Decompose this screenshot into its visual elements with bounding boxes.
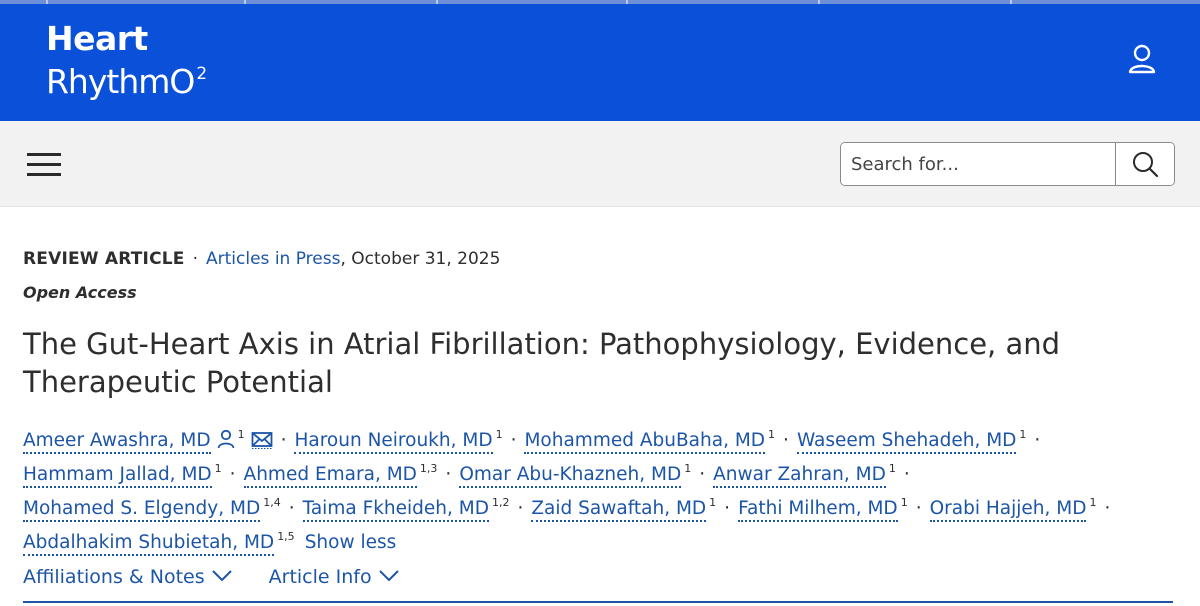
search-box [840, 142, 1175, 186]
author-affiliation: 1 [237, 428, 245, 441]
tabs-divider [23, 601, 1173, 603]
journal-logo[interactable]: Heart RhythmO 2 [46, 19, 207, 101]
article-type: REVIEW ARTICLE [23, 249, 185, 269]
author-link[interactable]: Hammam Jallad, MD [23, 464, 212, 488]
author-affiliation: 1 [684, 462, 692, 475]
author-link[interactable]: Orabi Hajjeh, MD [929, 498, 1087, 522]
separator-dot: · [192, 249, 199, 269]
articles-in-press-link[interactable]: Articles in Press [206, 249, 340, 269]
separator-dot: · [517, 498, 524, 519]
separator-dot: · [783, 430, 789, 451]
search-input[interactable] [841, 143, 1115, 185]
author-affiliation: 1 [888, 462, 896, 475]
separator-dot: · [229, 464, 236, 485]
user-icon [1128, 44, 1156, 74]
separator-dot: · [510, 430, 517, 451]
separator-dot: · [699, 464, 706, 485]
author-link[interactable]: Fathi Milhem, MD [738, 498, 898, 522]
author-link[interactable]: Mohamed S. Elgendy, MD [23, 498, 261, 522]
author-link[interactable]: Anwar Zahran, MD [713, 464, 886, 488]
logo-line-rhythm: RhythmO 2 [46, 62, 207, 101]
search-icon [1133, 152, 1159, 178]
tab-article-info[interactable]: Article Info [269, 566, 400, 588]
author-affiliation: 1 [709, 496, 717, 509]
publication-date: , October 31, 2025 [340, 249, 501, 269]
person-icon[interactable] [217, 429, 235, 449]
author-affiliation: 1,5 [277, 530, 295, 543]
separator-dot: · [288, 498, 295, 519]
author-affiliation: 1 [768, 428, 776, 441]
search-button[interactable] [1115, 143, 1174, 185]
separator-dot: · [445, 464, 452, 485]
separator-dot: · [1104, 498, 1111, 519]
open-access-label: Open Access [23, 283, 137, 302]
separator-dot: · [1034, 430, 1041, 451]
logo-line-heart: Heart [46, 19, 148, 58]
author-list: Ameer Awashra, MD 1 · Haroun Neiroukh, MD 1 ·… [23, 418, 1183, 556]
user-account-button[interactable] [1122, 40, 1162, 80]
author-line: Hammam Jallad, MD 1 · Ahmed Emara, MD 1,3 · Om… [23, 452, 1183, 488]
tab-label: Article Info [268, 566, 372, 588]
author-affiliation: 1,4 [263, 496, 281, 509]
tab-affiliations-notes[interactable]: Affiliations & Notes [23, 566, 233, 588]
author-link[interactable]: Waseem Shehadeh, MD [796, 430, 1017, 454]
author-link[interactable]: Mohammed AbuBaha, MD [524, 430, 766, 454]
author-link[interactable]: Ameer Awashra, MD [23, 430, 211, 454]
author-line: Ameer Awashra, MD 1 · Haroun Neiroukh, MD 1 ·… [23, 418, 1183, 454]
tab-label: Affiliations & Notes [23, 566, 205, 588]
author-affiliation: 1 [900, 496, 908, 509]
author-affiliation: 1 [1019, 428, 1027, 441]
author-affiliation: 1,3 [419, 462, 438, 475]
author-affiliation: 1 [214, 462, 222, 475]
chevron-down-icon [378, 570, 399, 582]
author-affiliation: 1,2 [491, 496, 510, 509]
chevron-down-icon [211, 570, 232, 582]
author-affiliation: 1 [1089, 496, 1097, 509]
author-line: Abdalhakim Shubietah, MD 1,5 Show less [23, 520, 1183, 556]
nav-bar [0, 121, 1200, 207]
separator-dot: · [280, 430, 287, 451]
separator-dot: · [724, 498, 731, 519]
author-link[interactable]: Abdalhakim Shubietah, MD [23, 532, 275, 556]
author-line: Mohamed S. Elgendy, MD 1,4 · Taima Fkheideh… [23, 486, 1183, 522]
separator-dot: · [915, 498, 922, 519]
hamburger-menu-icon[interactable] [24, 149, 64, 179]
author-link[interactable]: Haroun Neiroukh, MD [294, 430, 493, 454]
author-link[interactable]: Omar Abu-Khazneh, MD [459, 464, 682, 488]
author-affiliation: 1 [495, 428, 503, 441]
article-tabs: Affiliations & Notes Article Info [23, 566, 436, 588]
article-title: The Gut-Heart Axis in Atrial Fibrillatio… [23, 327, 1061, 399]
top-tab-strip [0, 0, 1200, 4]
brand-header: Heart RhythmO 2 [0, 0, 1200, 121]
author-link[interactable]: Ahmed Emara, MD [243, 464, 417, 488]
envelope-icon[interactable] [251, 431, 273, 449]
article-meta: REVIEW ARTICLE · Articles in Press, Octobe… [23, 248, 500, 270]
separator-dot: · [903, 464, 910, 485]
author-link[interactable]: Zaid Sawaftah, MD [531, 498, 707, 522]
author-link[interactable]: Taima Fkheideh, MD [302, 498, 489, 522]
show-less-button[interactable]: Show less [305, 532, 397, 553]
